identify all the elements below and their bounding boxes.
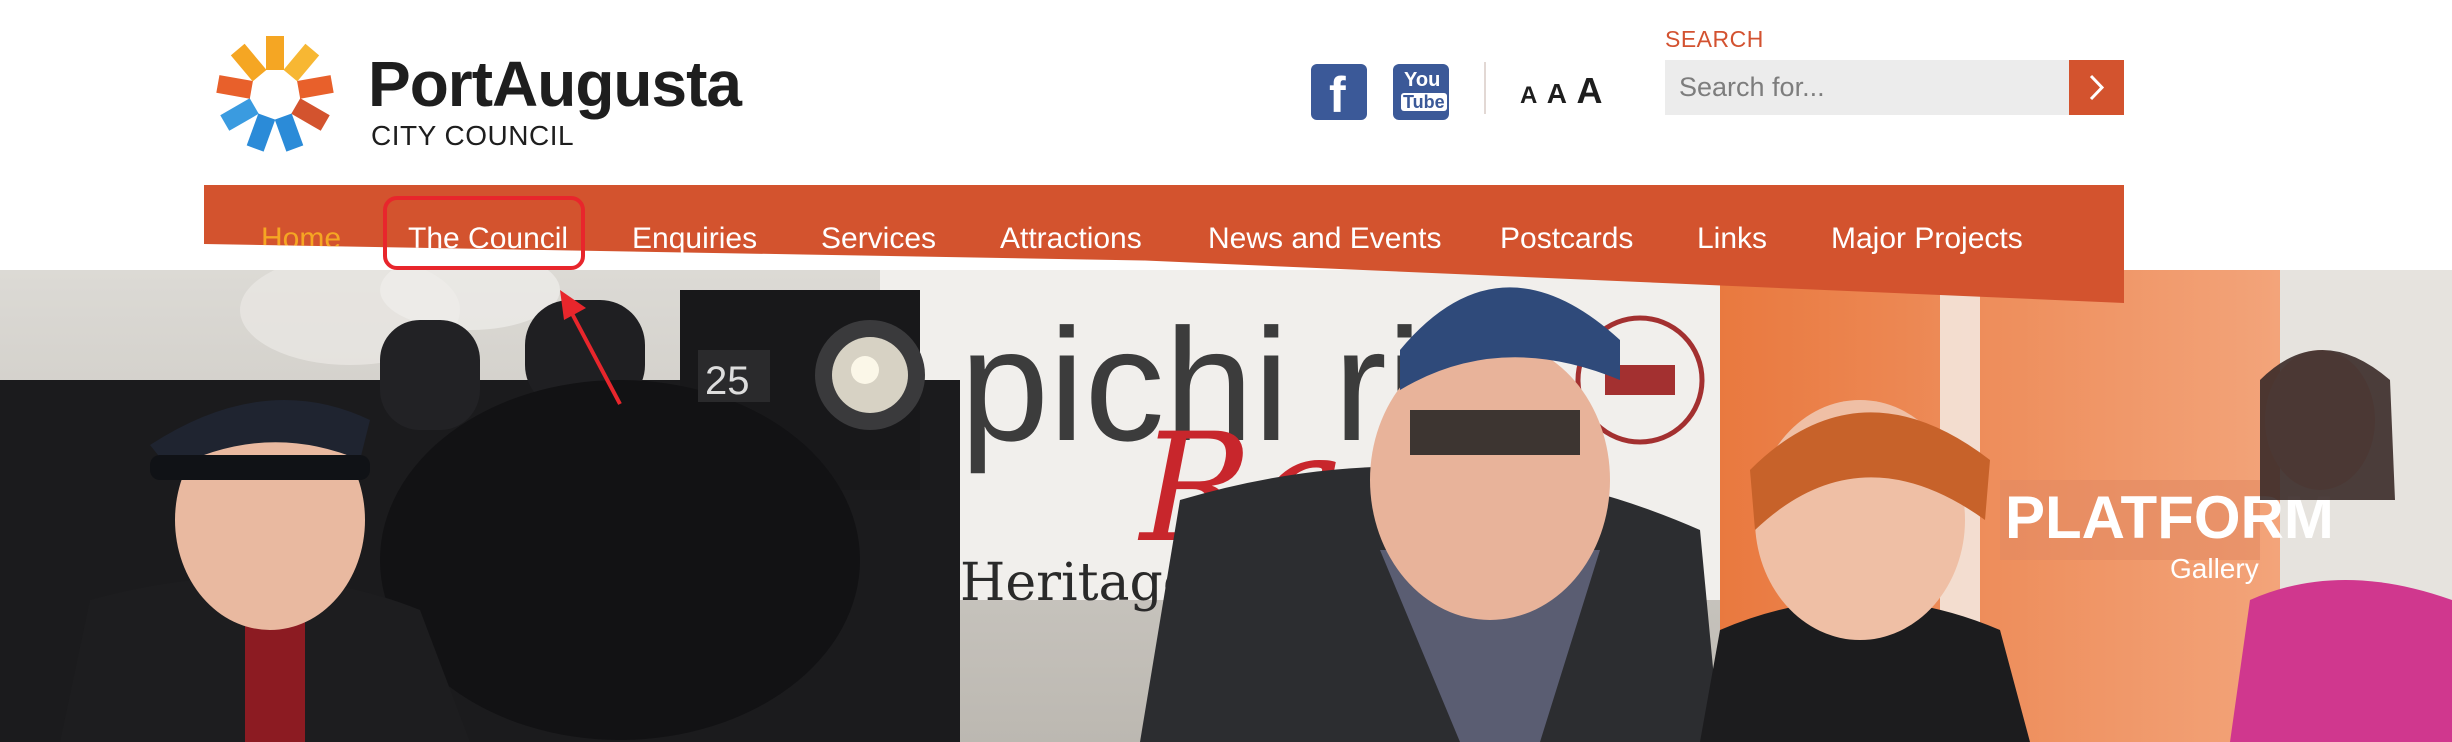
annotation-highlight-box [383,196,585,270]
site-logo[interactable]: PortAugusta CITY COUNCIL [203,34,763,154]
logo-subtitle: CITY COUNCIL [371,120,575,151]
hero-banner: 25 pichi ric Ra Heritage Ste PLATFORM Ga… [0,270,2452,742]
banner-photo: 25 pichi ric Ra Heritage Ste PLATFORM Ga… [0,270,2452,742]
banner-loco-number: 25 [705,359,750,403]
search-label: SEARCH [1665,26,1764,52]
nav-item-home[interactable]: Home [261,221,341,257]
logo-title: PortAugusta [368,48,742,120]
facebook-icon[interactable]: f [1311,64,1367,120]
search-submit-button[interactable] [2069,60,2124,115]
nav-item-news-and-events[interactable]: News and Events [1208,221,1441,257]
banner-platform-sub: Gallery [2170,553,2259,584]
nav-item-postcards[interactable]: Postcards [1500,221,1633,257]
facebook-glyph: f [1329,67,1346,123]
chevron-right-icon [2089,74,2105,101]
nav-item-attractions[interactable]: Attractions [1000,221,1142,257]
text-size-small-button[interactable]: A [1520,82,1537,110]
logo-sunburst-icon [216,36,334,152]
site-header: PortAugusta CITY COUNCIL f You Tube A A … [0,0,2452,185]
youtube-glyph-top: You [1404,69,1441,91]
nav-item-enquiries[interactable]: Enquiries [632,221,757,257]
nav-item-major-projects[interactable]: Major Projects [1831,221,2023,257]
text-size-controls: A A A [1520,70,1607,112]
youtube-icon[interactable]: You Tube [1393,64,1449,120]
search-input[interactable] [1665,60,2069,115]
header-divider [1484,62,1486,114]
youtube-glyph-bottom: Tube [1401,92,1447,112]
nav-item-links[interactable]: Links [1697,221,1767,257]
annotation-arrow-icon [560,290,622,405]
text-size-large-button[interactable]: A [1576,70,1602,112]
text-size-medium-button[interactable]: A [1547,78,1567,110]
nav-item-services[interactable]: Services [821,221,936,257]
